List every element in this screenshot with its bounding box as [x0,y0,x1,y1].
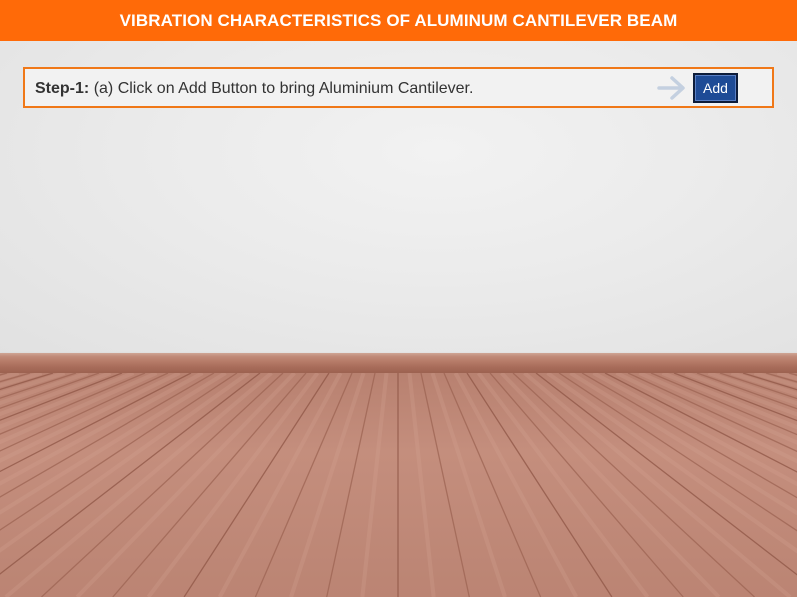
floor-planks [0,373,797,597]
plank-grain [217,373,343,597]
step-instruction-panel: Step-1: (a) Click on Add Button to bring… [23,67,774,108]
plank-grain [360,373,389,597]
plank-seam [183,373,330,597]
app-header: VIBRATION CHARACTERISTICS OF ALUMINUM CA… [0,0,797,41]
add-button-label: Add [703,80,728,96]
plank-grain [289,373,366,597]
add-button[interactable]: Add [693,73,738,103]
plank-seam [466,373,613,597]
wooden-floor [0,373,797,597]
plank-grain [453,373,579,597]
baseboard [0,353,797,373]
plank-grain [430,373,507,597]
plank-grain [407,373,436,597]
arrow-right-icon [657,76,685,100]
step-label: Step-1: [35,80,90,97]
page-title: VIBRATION CHARACTERISTICS OF ALUMINUM CA… [119,10,678,30]
plank-seam [0,373,261,575]
step-instruction: Step-1: (a) Click on Add Button to bring… [35,80,473,98]
plank-grain [0,373,250,553]
step-instruction-text: (a) Click on Add Button to bring Alumini… [93,80,474,97]
plank-seam [535,373,797,576]
